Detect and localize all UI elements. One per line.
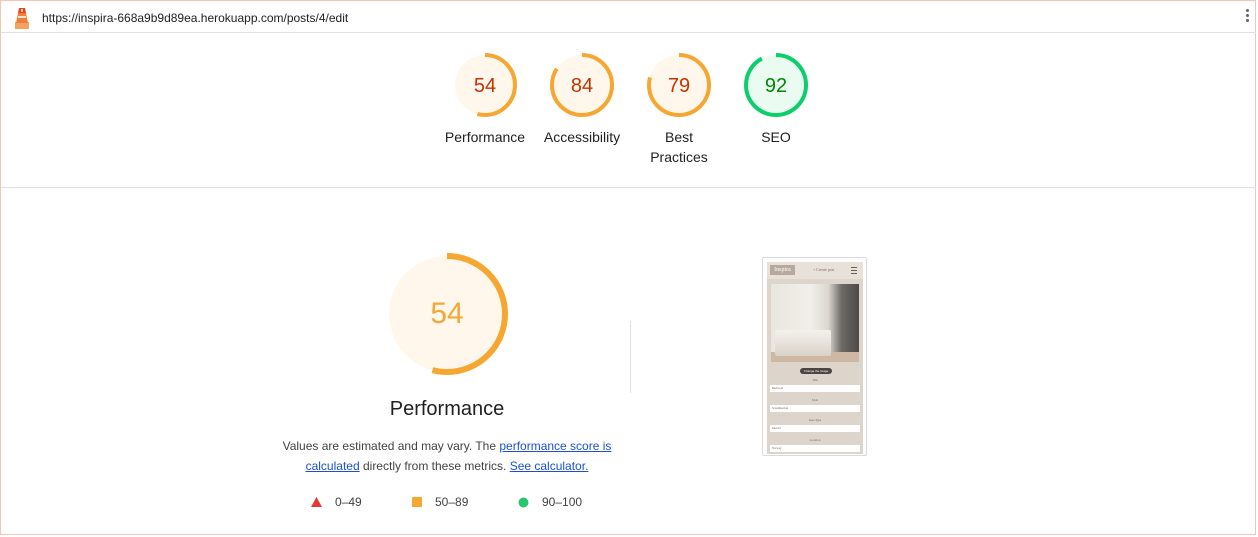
screenshot-field-value: Norway [770, 445, 860, 452]
screenshot-brand: Inspira [770, 265, 795, 275]
more-options-icon[interactable] [1242, 9, 1252, 27]
performance-main-gauge: 54 [386, 253, 508, 375]
gauge-accessibility-score: 84 [571, 75, 593, 97]
circle-icon [518, 497, 529, 507]
square-icon [412, 497, 422, 507]
gauge-seo[interactable]: 92 SEO [728, 51, 824, 147]
legend-pass-range: 90–100 [542, 495, 583, 509]
legend-fail: 0–49 [311, 494, 362, 510]
screenshot-bedroom-image [771, 284, 859, 362]
legend-pass: 90–100 [518, 494, 582, 510]
gauge-performance-ring: 54 [453, 53, 517, 117]
screenshot-field-label: Style [811, 398, 819, 402]
gauge-seo-score: 92 [765, 75, 787, 97]
final-screenshot-thumbnail[interactable]: Inspira + Create post Change the image T… [762, 257, 867, 456]
gauge-performance-score: 54 [474, 75, 496, 97]
gauge-accessibility-label: Accessibility [543, 129, 621, 145]
header-divider [1, 187, 1256, 188]
screenshot-create-link: + Create post [813, 267, 835, 272]
screenshot-field-label: Title [812, 378, 818, 382]
performance-description: Values are estimated and may vary. The p… [277, 436, 617, 476]
legend-fail-range: 0–49 [335, 495, 362, 509]
gauge-accessibility[interactable]: 84 Accessibility [534, 51, 630, 147]
gauge-performance[interactable]: 54 Performance [437, 51, 533, 147]
page-url: https://inspira-668a9b9d89ea.herokuapp.c… [42, 11, 349, 25]
performance-title: Performance [389, 398, 505, 420]
desc-prefix: Values are estimated and may vary. The [282, 439, 500, 453]
screenshot-page: Inspira + Create post Change the image T… [767, 262, 863, 454]
screenshot-navbar: Inspira + Create post [767, 262, 863, 279]
gauge-seo-label: SEO [761, 129, 791, 145]
screenshot-field-label: Location [809, 438, 821, 442]
vertical-separator [630, 321, 631, 393]
screenshot-change-image-button: Change the image [800, 368, 832, 374]
report-topbar: https://inspira-668a9b9d89ea.herokuapp.c… [1, 1, 1256, 33]
desc-middle: directly from these metrics. [359, 459, 510, 473]
performance-main-score: 54 [430, 297, 463, 330]
gauge-best-practices-score: 79 [668, 75, 690, 97]
gauge-best-practices-label: Best Practices [650, 129, 708, 165]
gauge-best-practices[interactable]: 79 Best Practices [631, 51, 727, 167]
gauge-performance-label: Performance [444, 129, 526, 145]
lighthouse-icon [15, 8, 29, 29]
gauge-best-practices-ring: 79 [647, 53, 711, 117]
gauge-accessibility-ring: 84 [550, 53, 614, 117]
screenshot-field-label: Area Type [808, 418, 822, 422]
legend-average: 50–89 [412, 494, 468, 510]
legend-average-range: 50–89 [435, 495, 469, 509]
see-calculator-link[interactable]: See calculator. [510, 459, 589, 473]
screenshot-field-value: Interior [770, 425, 860, 432]
screenshot-field-value: Scandinavian [770, 405, 860, 412]
screenshot-field-value: Bedroom [770, 385, 860, 392]
hamburger-icon [851, 267, 857, 276]
triangle-icon [311, 497, 322, 507]
gauge-seo-ring: 92 [744, 53, 808, 117]
